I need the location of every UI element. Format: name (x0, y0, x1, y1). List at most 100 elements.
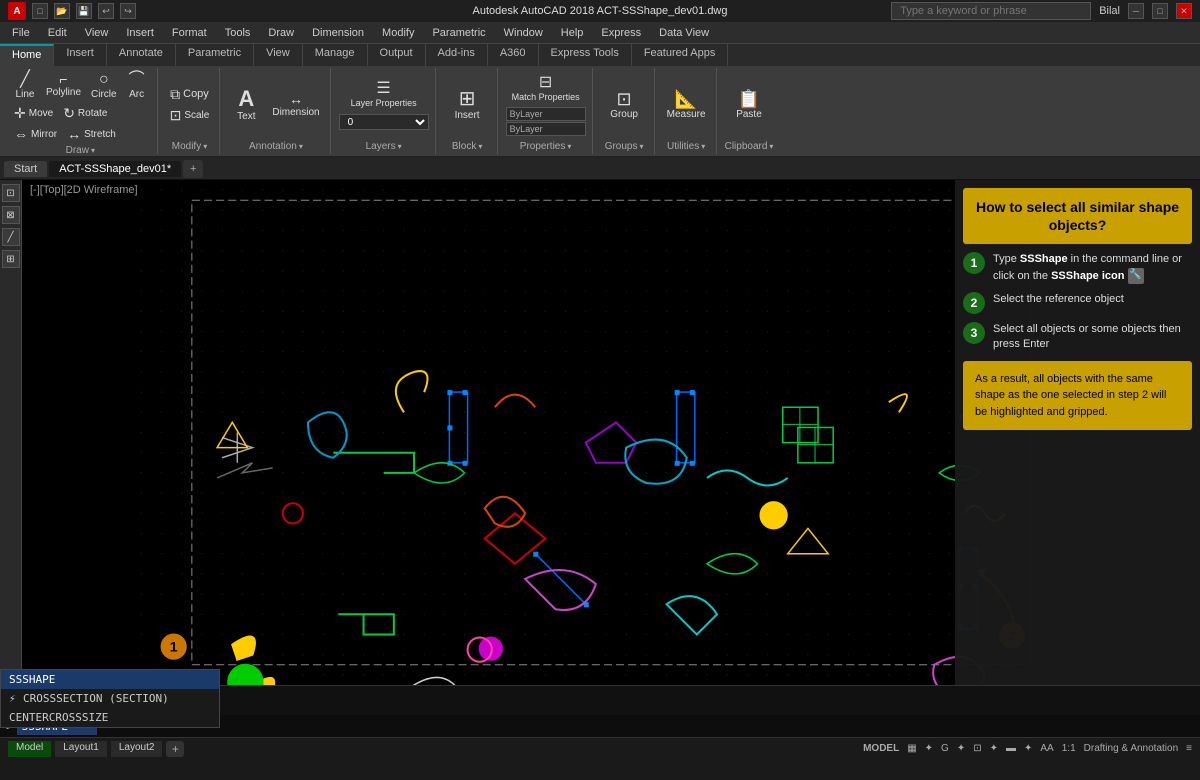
tab-view[interactable]: View (254, 44, 303, 66)
menu-format[interactable]: Format (164, 25, 215, 41)
tab-express-tools[interactable]: Express Tools (539, 44, 632, 66)
ortho-toggle[interactable]: G (941, 743, 949, 754)
menu-insert[interactable]: Insert (118, 25, 162, 41)
tool-paste[interactable]: 📋 Paste (727, 88, 771, 122)
minimize-btn[interactable]: ─ (1128, 3, 1144, 19)
tab-addins[interactable]: Add-ins (426, 44, 488, 66)
tab-insert[interactable]: Insert (54, 44, 107, 66)
qat-undo[interactable]: ↩ (98, 3, 114, 19)
properties-group-arrow[interactable]: ▾ (567, 142, 571, 151)
dimension-label: Dimension (272, 107, 319, 118)
lineweight-toggle[interactable]: ▬ (1006, 743, 1016, 754)
tab-manage[interactable]: Manage (303, 44, 368, 66)
left-tool-3[interactable]: ╱ (2, 228, 20, 246)
left-tool-1[interactable]: ⊡ (2, 184, 20, 202)
svg-text:1: 1 (170, 639, 178, 655)
tab-a360[interactable]: A360 (488, 44, 539, 66)
tool-measure[interactable]: 📐 Measure (663, 88, 710, 122)
qat-open[interactable]: 📂 (54, 3, 70, 19)
menu-window[interactable]: Window (496, 25, 551, 41)
instruction-panel: How to select all similar shape objects?… (955, 180, 1200, 685)
file-tab-bar: Start ACT-SSShape_dev01* + (0, 158, 1200, 180)
annotation-group-arrow[interactable]: ▾ (299, 142, 303, 151)
ribbon-group-clipboard: 📋 Paste Clipboard ▾ (719, 68, 780, 154)
tool-insert[interactable]: ⊞ Insert (445, 87, 489, 123)
utilities-group-arrow[interactable]: ▾ (701, 142, 705, 151)
tool-move[interactable]: ✛Move (10, 104, 57, 123)
maximize-btn[interactable]: □ (1152, 3, 1168, 19)
ribbon-group-modify: ⧉ Copy ⊡Scale Modify ▾ (160, 68, 221, 154)
customization-toggle[interactable]: ≡ (1186, 743, 1192, 754)
tab-active-file[interactable]: ACT-SSShape_dev01* (49, 161, 181, 177)
tool-text[interactable]: A Text (228, 86, 264, 124)
modify-group-arrow[interactable]: ▾ (203, 142, 207, 151)
qat-save[interactable]: 💾 (76, 3, 92, 19)
tool-arc[interactable]: ⌒ Arc (123, 70, 151, 102)
tab-home[interactable]: Home (0, 44, 54, 66)
menu-dataview[interactable]: Data View (651, 25, 717, 41)
tool-polyline[interactable]: ⌐ Polyline (42, 70, 85, 102)
polar-toggle[interactable]: ✦ (957, 743, 965, 754)
groups-group-arrow[interactable]: ▾ (639, 142, 643, 151)
block-group-arrow[interactable]: ▾ (478, 142, 482, 151)
tool-circle[interactable]: ○ Circle (87, 70, 121, 102)
menu-parametric[interactable]: Parametric (424, 25, 493, 41)
draw-group-arrow[interactable]: ▾ (91, 146, 95, 155)
clipboard-group-label: Clipboard ▾ (725, 139, 774, 152)
layer-properties-label: Layer Properties (351, 98, 417, 109)
match-properties-icon: ⊟ (539, 75, 552, 91)
osnap-toggle[interactable]: ⊡ (973, 743, 981, 754)
menu-tools[interactable]: Tools (217, 25, 259, 41)
menu-edit[interactable]: Edit (40, 25, 75, 41)
selection-toggle[interactable]: AA (1040, 743, 1053, 754)
search-input[interactable] (891, 2, 1091, 20)
tab-layout1[interactable]: Layout1 (55, 741, 107, 757)
left-tool-2[interactable]: ⊠ (2, 206, 20, 224)
grid-toggle[interactable]: ▦ (907, 743, 916, 754)
tab-model[interactable]: Model (8, 741, 51, 757)
tool-mirror[interactable]: ⇔Mirror (10, 125, 61, 143)
tab-parametric[interactable]: Parametric (176, 44, 254, 66)
tab-start[interactable]: Start (4, 161, 47, 177)
ac-item-centercrosssize[interactable]: CENTERCROSSSIZE (1, 708, 219, 727)
menu-file[interactable]: File (4, 25, 38, 41)
tab-annotate[interactable]: Annotate (107, 44, 176, 66)
menu-view[interactable]: View (77, 25, 117, 41)
otrack-toggle[interactable]: ✦ (990, 743, 998, 754)
step-num-1: 1 (963, 252, 985, 274)
layout-add-button[interactable]: + (166, 741, 184, 757)
menu-modify[interactable]: Modify (374, 25, 422, 41)
tab-layout2[interactable]: Layout2 (111, 741, 163, 757)
qat-redo[interactable]: ↪ (120, 3, 136, 19)
tool-match-properties[interactable]: ⊟ Match Properties (508, 73, 584, 105)
menu-help[interactable]: Help (553, 25, 592, 41)
snap-toggle[interactable]: ✦ (925, 743, 933, 754)
menu-draw[interactable]: Draw (260, 25, 302, 41)
tool-rotate[interactable]: ↻Rotate (59, 104, 111, 123)
tool-stretch[interactable]: ↔Stretch (63, 125, 120, 143)
menu-dimension[interactable]: Dimension (304, 25, 372, 41)
tool-copy[interactable]: ⧉ Copy (166, 85, 213, 104)
tool-scale[interactable]: ⊡Scale (166, 106, 214, 125)
rotate-icon: ↻ (63, 105, 75, 122)
tool-line[interactable]: ╱ Line (10, 70, 40, 102)
ac-item-ssshape[interactable]: SSSHAPE (1, 670, 219, 689)
menu-express[interactable]: Express (593, 25, 649, 41)
tool-layer-properties[interactable]: ☰ Layer Properties (347, 79, 421, 111)
ac-item-crosssection[interactable]: ⚡CROSSSECTION (SECTION) (1, 689, 219, 708)
layer-dropdown[interactable]: 0 (339, 114, 429, 130)
qat-new[interactable]: □ (32, 3, 48, 19)
tab-output[interactable]: Output (368, 44, 426, 66)
tool-group[interactable]: ⊡ Group (602, 88, 646, 122)
bylayer-dropdown-1[interactable]: ByLayer (506, 107, 586, 121)
bylayer-dropdown-2[interactable]: ByLayer (506, 122, 586, 136)
tab-add-button[interactable]: + (183, 160, 203, 178)
ribbon: Home Insert Annotate Parametric View Man… (0, 44, 1200, 158)
transparency-toggle[interactable]: ✦ (1024, 743, 1032, 754)
close-btn[interactable]: ✕ (1176, 3, 1192, 19)
tool-dimension[interactable]: ↔ Dimension (268, 90, 323, 120)
tab-featured-apps[interactable]: Featured Apps (632, 44, 729, 66)
clipboard-group-arrow[interactable]: ▾ (769, 142, 773, 151)
left-tool-4[interactable]: ⊞ (2, 250, 20, 268)
layers-group-arrow[interactable]: ▾ (398, 142, 402, 151)
